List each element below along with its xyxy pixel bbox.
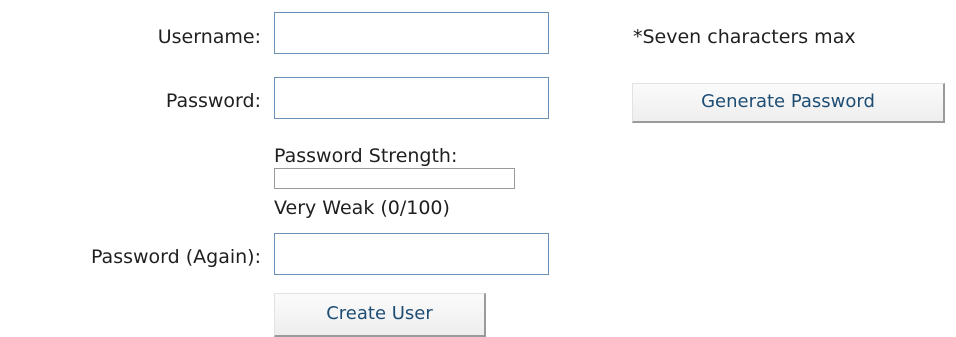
password-strength-title: Password Strength:: [274, 145, 458, 167]
username-label: Username:: [157, 26, 261, 48]
password-input[interactable]: [274, 77, 549, 119]
username-input[interactable]: [274, 12, 549, 54]
generate-password-button[interactable]: Generate Password: [632, 83, 945, 123]
password-strength-meter: [274, 168, 515, 189]
username-max-length-note: *Seven characters max: [633, 26, 856, 48]
create-user-button[interactable]: Create User: [274, 293, 486, 337]
password-again-label: Password (Again):: [90, 246, 261, 268]
password-strength-status: Very Weak (0/100): [274, 197, 450, 219]
password-again-input[interactable]: [274, 233, 549, 275]
password-label: Password:: [165, 90, 261, 112]
